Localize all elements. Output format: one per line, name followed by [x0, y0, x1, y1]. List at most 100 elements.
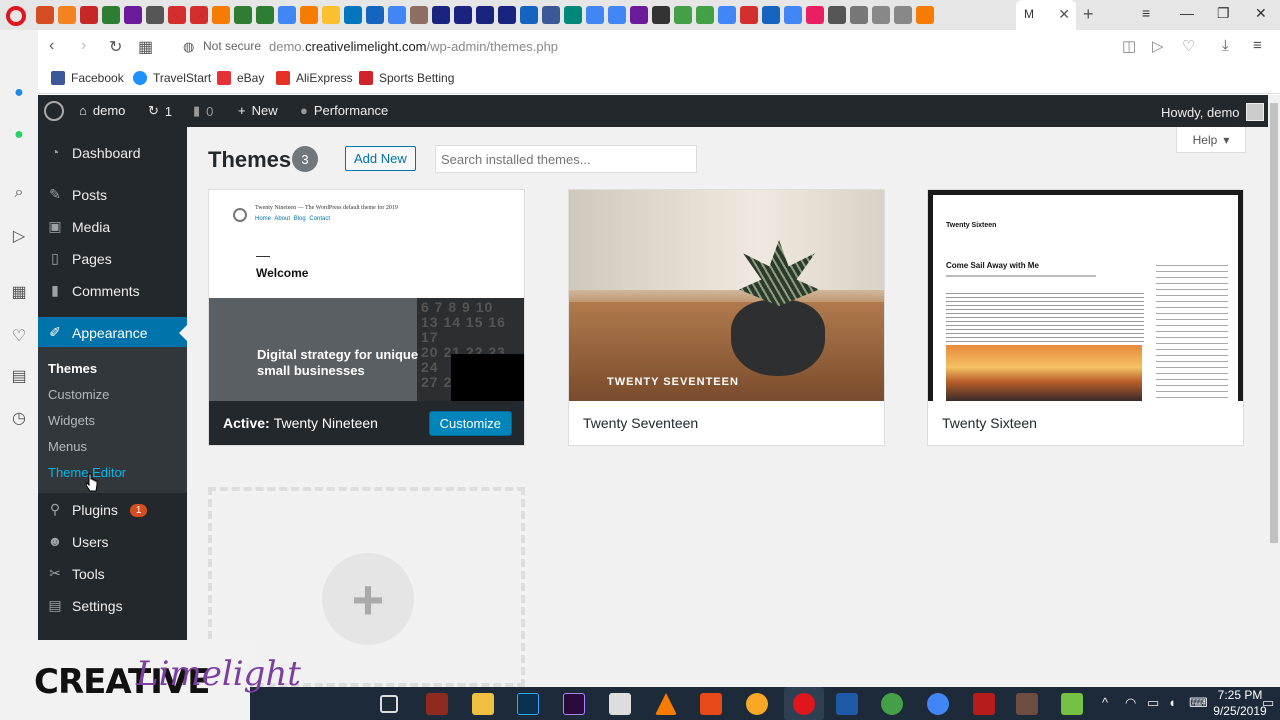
taskbar-clock[interactable]: 7:25 PM 9/25/2019 [1210, 687, 1270, 719]
new-content-link[interactable]: + New [238, 103, 278, 118]
tab-favicon[interactable] [828, 6, 846, 24]
media-player-icon[interactable] [746, 693, 768, 715]
tab-favicon[interactable] [718, 6, 736, 24]
url-field[interactable]: demo.creativelimelight.com/wp-admin/them… [269, 39, 558, 54]
submenu-widgets[interactable]: Widgets [48, 413, 95, 428]
tab-favicon[interactable] [520, 6, 538, 24]
menu-tools[interactable]: ✂ Tools [38, 558, 187, 590]
tab-favicon[interactable] [696, 6, 714, 24]
tab-favicon[interactable] [872, 6, 890, 24]
download-icon[interactable]: ⤓ [1222, 37, 1229, 54]
tab-favicon[interactable] [586, 6, 604, 24]
site-name-link[interactable]: ⌂ demo [79, 103, 125, 118]
tray-expand-icon[interactable]: ^ [1102, 695, 1108, 710]
menu-comments[interactable]: ▮ Comments [38, 275, 187, 307]
menu-dashboard[interactable]: ◔ Dashboard [38, 137, 187, 169]
close-tab-icon[interactable]: ✕ [1058, 6, 1070, 23]
app-icon[interactable] [1016, 693, 1038, 715]
tab-favicon[interactable] [762, 6, 780, 24]
news-icon[interactable]: ▤ [9, 366, 29, 386]
tab-favicon[interactable] [454, 6, 472, 24]
close-window-icon[interactable]: ✕ [1255, 5, 1267, 22]
tab-favicon[interactable] [124, 6, 142, 24]
notifications-icon[interactable]: ▭ [1262, 695, 1274, 711]
help-tab-button[interactable]: Help ▾ [1176, 127, 1246, 153]
tab-favicon[interactable] [542, 6, 560, 24]
add-new-button[interactable]: Add New [345, 146, 416, 171]
maximize-icon[interactable]: ❐ [1217, 5, 1230, 22]
reload-icon[interactable]: ↻ [109, 37, 122, 57]
chrome-icon[interactable] [927, 693, 949, 715]
utorrent-icon[interactable] [881, 693, 903, 715]
search-icon[interactable]: ⌕ [9, 184, 29, 204]
menu-appearance[interactable]: ✐ Appearance [38, 317, 187, 349]
submenu-customize[interactable]: Customize [48, 387, 109, 402]
tab-favicon[interactable] [322, 6, 340, 24]
submenu-menus[interactable]: Menus [48, 439, 87, 454]
tab-favicon[interactable] [388, 6, 406, 24]
language-icon[interactable]: ⌨ [1189, 695, 1208, 711]
history-icon[interactable]: ◷ [9, 408, 29, 428]
page-scrollbar[interactable] [1268, 95, 1280, 687]
account-link[interactable]: Howdy, demo [1161, 103, 1264, 121]
tab-favicon[interactable] [278, 6, 296, 24]
back-icon[interactable]: ‹ [49, 37, 54, 55]
comments-link[interactable]: ▮ 0 [193, 103, 213, 119]
submenu-themes[interactable]: Themes [48, 361, 97, 376]
menu-pages[interactable]: ▯ Pages [38, 243, 187, 275]
tab-menu-icon[interactable]: ≡ [1142, 5, 1150, 21]
store-icon[interactable] [609, 693, 631, 715]
menu-posts[interactable]: ✎ Posts [38, 179, 187, 211]
menu-users[interactable]: ☻ Users [38, 526, 187, 558]
tab-favicon[interactable] [146, 6, 164, 24]
send-icon[interactable]: ▷ [1152, 37, 1164, 55]
opera-logo-icon[interactable] [6, 6, 26, 26]
tab-favicon[interactable] [212, 6, 230, 24]
tab-favicon[interactable] [410, 6, 428, 24]
performance-link[interactable]: ● Performance [300, 103, 388, 118]
minimize-icon[interactable]: — [1180, 5, 1194, 21]
theme-card-twenty-seventeen[interactable]: TWENTY SEVENTEEN Twenty Seventeen [568, 189, 885, 446]
messenger-icon[interactable]: ● [9, 84, 29, 104]
tab-favicon[interactable] [652, 6, 670, 24]
tab-favicon[interactable] [432, 6, 450, 24]
tab-favicon[interactable] [256, 6, 274, 24]
new-tab-icon[interactable]: + [1083, 4, 1094, 25]
menu-icon[interactable]: ≡ [1253, 37, 1262, 54]
tab-favicon[interactable] [674, 6, 692, 24]
tab-favicon[interactable] [168, 6, 186, 24]
flow-icon[interactable]: ▷ [9, 226, 29, 246]
word-icon[interactable] [836, 693, 858, 715]
menu-settings[interactable]: ▤ Settings [38, 590, 187, 622]
tab-favicon[interactable] [476, 6, 494, 24]
wifi-icon[interactable]: ◠ [1125, 695, 1136, 711]
tab-favicon[interactable] [916, 6, 934, 24]
bookmark-travelstart[interactable]: TravelStart [133, 71, 211, 85]
battery-icon[interactable]: ▭ [1147, 695, 1159, 711]
theme-card-twenty-nineteen[interactable]: Twenty Nineteen — The WordPress default … [208, 189, 525, 446]
tab-favicon[interactable] [58, 6, 76, 24]
tab-favicon[interactable] [630, 6, 648, 24]
photoshop-icon[interactable] [517, 693, 539, 715]
bookmark-aliexpress[interactable]: AliExpress [276, 71, 353, 85]
tab-favicon[interactable] [894, 6, 912, 24]
tab-favicon[interactable] [564, 6, 582, 24]
theme-screenshot[interactable]: TWENTY SEVENTEEN [569, 190, 884, 401]
volume-icon[interactable]: ◖ [1168, 695, 1176, 710]
bookmark-facebook[interactable]: Facebook [51, 71, 124, 85]
premiere-icon[interactable] [563, 693, 585, 715]
whatsapp-icon[interactable]: ● [9, 126, 29, 146]
theme-screenshot[interactable]: Twenty Nineteen — The WordPress default … [209, 190, 524, 401]
scrollbar-thumb[interactable] [1270, 103, 1278, 543]
tab-favicon[interactable] [806, 6, 824, 24]
office-icon[interactable] [700, 693, 722, 715]
settings-app-icon[interactable] [1061, 693, 1083, 715]
customize-button[interactable]: Customize [428, 411, 512, 436]
tab-favicon[interactable] [784, 6, 802, 24]
winrar-icon[interactable] [426, 693, 448, 715]
menu-plugins[interactable]: ⚲ Plugins 1 [38, 494, 187, 526]
tab-favicon[interactable] [850, 6, 868, 24]
wordpress-logo-icon[interactable] [44, 101, 64, 121]
tab-favicon[interactable] [36, 6, 54, 24]
tabs-grid-icon[interactable]: ▦ [138, 37, 153, 57]
